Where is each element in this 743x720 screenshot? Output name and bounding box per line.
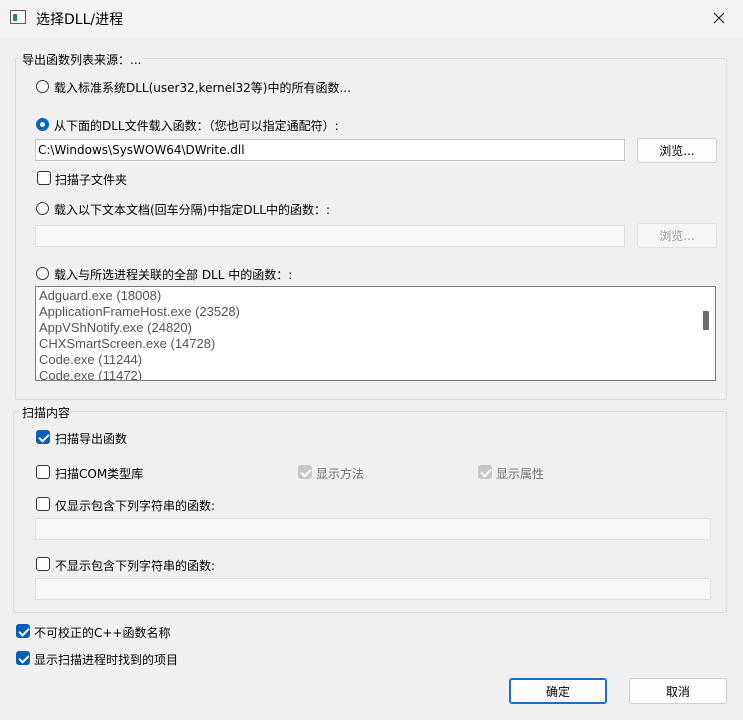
scan-subfolders-label: 扫描子文件夹 [55,173,128,187]
cpp-names-label: 不可校正的C++函数名称 [34,626,171,640]
export-source-group-title: 导出函数列表来源：... [20,51,144,68]
scan-content-group-title: 扫描内容 [20,404,73,421]
scan-subfolders-checkbox[interactable] [37,171,51,185]
text-file-path-input [35,225,625,247]
radio-system-dll[interactable] [36,80,49,93]
radio-text-file-label: 载入以下文本文档(回车分隔)中指定DLL中的函数：: [54,203,331,217]
scan-exports-label: 扫描导出函数 [55,432,128,446]
only-containing-input [35,518,711,540]
process-list-item[interactable]: AppVShNotify.exe (24820) [36,320,240,336]
show-methods-checkbox [298,465,312,479]
process-list-scrollbar[interactable] [696,287,715,380]
process-listbox[interactable]: Adguard.exe (18008) ApplicationFrameHost… [35,286,716,381]
dll-path-input[interactable]: C:\Windows\SysWOW64\DWrite.dll [35,139,625,161]
window-title: 选择DLL/进程 [36,12,124,28]
radio-dll-file[interactable] [36,118,49,131]
scan-exports-checkbox[interactable] [36,430,50,444]
scan-com-label: 扫描COM类型库 [55,467,144,481]
radio-process[interactable] [36,267,49,280]
process-list-item[interactable]: Adguard.exe (18008) [36,288,240,304]
show-found-label: 显示扫描进程时找到的项目 [34,653,179,667]
ok-button[interactable]: 确定 [509,678,607,704]
show-found-checkbox[interactable] [16,651,30,665]
process-list-item[interactable]: ApplicationFrameHost.exe (23528) [36,304,240,320]
process-list-item[interactable]: Code.exe (11472) [36,368,240,380]
process-list-item[interactable]: Code.exe (11244) [36,352,240,368]
process-list-item[interactable]: CHXSmartScreen.exe (14728) [36,336,240,352]
cancel-button[interactable]: 取消 [629,678,727,704]
radio-process-label: 载入与所选进程关联的全部 DLL 中的函数：: [54,268,293,282]
close-icon [713,12,725,24]
not-containing-checkbox[interactable] [36,557,50,571]
browse-text-file-button: 浏览... [637,223,717,248]
not-containing-label: 不显示包含下列字符串的函数: [55,559,216,573]
browse-dll-button[interactable]: 浏览... [637,138,717,163]
not-containing-input [35,578,711,600]
scrollbar-thumb[interactable] [703,311,709,330]
scan-com-checkbox[interactable] [36,465,50,479]
only-containing-label: 仅显示包含下列字符串的函数: [55,499,216,513]
app-window-icon [10,10,26,24]
radio-text-file[interactable] [36,202,49,215]
show-properties-label: 显示属性 [496,467,545,481]
show-properties-checkbox [478,465,492,479]
radio-system-dll-label: 载入标准系统DLL(user32,kernel32等)中的所有函数... [54,81,351,95]
radio-dll-file-label: 从下面的DLL文件载入函数：（您也可以指定通配符）: [54,119,339,133]
show-methods-label: 显示方法 [316,467,365,481]
close-button[interactable] [700,4,738,32]
only-containing-checkbox[interactable] [36,497,50,511]
cpp-names-checkbox[interactable] [16,624,30,638]
